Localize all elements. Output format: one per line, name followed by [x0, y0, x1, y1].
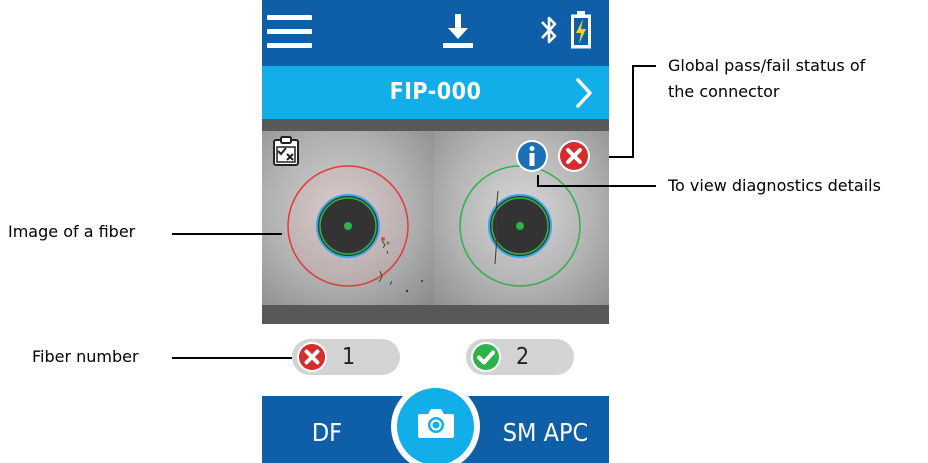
clipboard-report-icon[interactable]	[272, 135, 300, 167]
camera-icon	[418, 409, 454, 438]
fail-x-icon	[297, 342, 327, 372]
callout-fiber-number: Fiber number	[32, 347, 139, 366]
df-button[interactable]: DF	[272, 396, 382, 463]
callout-line-diagnostics	[537, 185, 656, 187]
global-fail-x-icon	[558, 140, 590, 172]
callout-line-global-status	[632, 65, 656, 67]
fiber-image-area	[262, 119, 609, 324]
download-icon[interactable]	[442, 12, 474, 50]
pass-check-icon	[471, 342, 501, 372]
callout-global-status-line2: the connector	[668, 82, 780, 101]
chevron-right-icon[interactable]	[573, 77, 595, 109]
callout-fiber-image: Image of a fiber	[8, 222, 136, 241]
fiber-type-button[interactable]: SM APC	[482, 396, 609, 463]
connector-title: FIP-000	[389, 79, 482, 105]
callout-diagnostics: To view diagnostics details	[668, 176, 881, 195]
fiber-number-pill-1[interactable]: 1	[292, 339, 400, 375]
callout-line-global-status	[609, 156, 633, 158]
fiber-number-label: 2	[516, 344, 530, 370]
capture-button[interactable]	[391, 382, 480, 463]
fiber-title-bar[interactable]: FIP-000	[262, 66, 609, 119]
hamburger-menu-icon[interactable]	[267, 13, 312, 49]
callout-line-fiber-number	[172, 357, 292, 359]
callout-global-status-line1: Global pass/fail status of	[668, 56, 866, 75]
fiber-number-label: 1	[342, 344, 356, 370]
image-status-bar	[262, 305, 609, 324]
callout-line-fiber-image	[172, 233, 282, 235]
device-screen: FIP-000 1 2 DF SM APC	[262, 0, 609, 463]
top-bar	[262, 0, 609, 66]
callout-line-global-status	[632, 65, 634, 158]
info-icon[interactable]	[515, 139, 549, 173]
bluetooth-icon	[541, 16, 557, 44]
battery-charging-icon	[571, 11, 591, 49]
fiber-number-pill-2[interactable]: 2	[466, 339, 574, 375]
